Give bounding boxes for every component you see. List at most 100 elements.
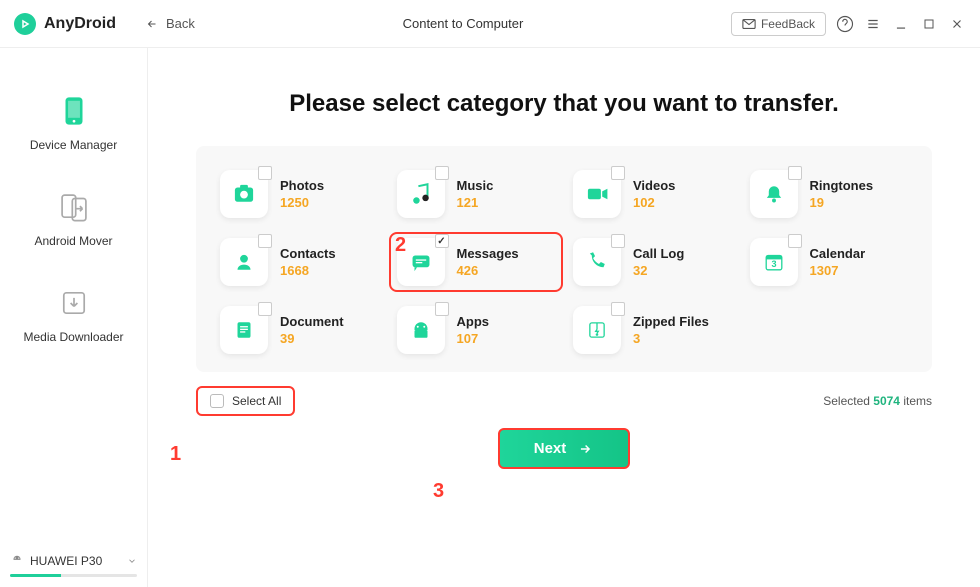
app-logo: AnyDroid <box>14 13 144 35</box>
device-storage-bar <box>10 574 137 577</box>
page-title: Content to Computer <box>195 16 731 31</box>
contacts-icon <box>220 238 268 286</box>
select-all-label: Select All <box>232 394 281 408</box>
category-messages[interactable]: Messages 426 <box>389 232 564 292</box>
back-button[interactable]: Back <box>144 16 195 31</box>
zipped-files-icon <box>573 306 621 354</box>
category-count: 1668 <box>280 263 336 278</box>
sidebar-item-label: Media Downloader <box>0 330 147 344</box>
category-label: Videos <box>633 178 675 193</box>
feedback-label: FeedBack <box>761 17 815 31</box>
category-count: 19 <box>810 195 874 210</box>
maximize-button[interactable] <box>920 15 938 33</box>
category-call-log[interactable]: Call Log 32 <box>573 238 732 286</box>
category-count: 102 <box>633 195 675 210</box>
messages-icon <box>397 238 445 286</box>
device-status[interactable]: HUAWEI P30 <box>10 554 137 577</box>
titlebar: AnyDroid Back Content to Computer FeedBa… <box>0 0 980 48</box>
main-heading: Please select category that you want to … <box>148 90 980 118</box>
apps-icon <box>397 306 445 354</box>
annotation-3: 3 <box>433 480 444 503</box>
next-button[interactable]: Next <box>498 428 631 469</box>
category-label: Zipped Files <box>633 314 709 329</box>
category-checkbox[interactable] <box>435 302 449 316</box>
category-zipped-files[interactable]: Zipped Files 3 <box>573 306 732 354</box>
category-checkbox[interactable] <box>788 234 802 248</box>
device-name: HUAWEI P30 <box>30 554 102 568</box>
arrow-right-icon <box>576 442 594 456</box>
android-mover-icon <box>55 188 93 226</box>
sidebar-item-label: Device Manager <box>0 138 147 152</box>
category-count: 32 <box>633 263 684 278</box>
category-music[interactable]: Music 121 <box>397 170 556 218</box>
android-icon <box>10 554 24 568</box>
select-all-button[interactable]: Select All <box>196 386 295 416</box>
category-calendar[interactable]: 3 Calendar 1307 <box>750 238 909 286</box>
help-button[interactable] <box>836 15 854 33</box>
category-apps[interactable]: Apps 107 <box>397 306 556 354</box>
category-videos[interactable]: Videos 102 <box>573 170 732 218</box>
selected-count: 5074 <box>873 394 900 408</box>
category-checkbox[interactable] <box>258 166 272 180</box>
category-label: Contacts <box>280 246 336 261</box>
category-count: 39 <box>280 331 344 346</box>
sidebar: Device Manager Android Mover Media Downl… <box>0 48 148 587</box>
category-checkbox[interactable] <box>258 302 272 316</box>
close-button[interactable] <box>948 15 966 33</box>
back-label: Back <box>166 16 195 31</box>
svg-text:3: 3 <box>771 259 776 269</box>
sidebar-item-media-downloader[interactable]: Media Downloader <box>0 270 147 366</box>
category-count: 107 <box>457 331 490 346</box>
category-label: Music <box>457 178 494 193</box>
app-name: AnyDroid <box>44 15 116 33</box>
category-checkbox[interactable] <box>435 234 449 248</box>
category-label: Calendar <box>810 246 866 261</box>
document-icon <box>220 306 268 354</box>
category-label: Messages <box>457 246 519 261</box>
category-checkbox[interactable] <box>611 302 625 316</box>
media-downloader-icon <box>55 284 93 322</box>
category-label: Call Log <box>633 246 684 261</box>
category-checkbox[interactable] <box>611 234 625 248</box>
category-label: Ringtones <box>810 178 874 193</box>
music-icon <box>397 170 445 218</box>
sidebar-item-label: Android Mover <box>0 234 147 248</box>
category-count: 426 <box>457 263 519 278</box>
category-panel: Photos 1250 Music 121 Videos 102 Ringtones 19 Co… <box>196 146 932 372</box>
category-label: Photos <box>280 178 324 193</box>
category-label: Apps <box>457 314 490 329</box>
category-checkbox[interactable] <box>611 166 625 180</box>
call-log-icon <box>573 238 621 286</box>
logo-mark-icon <box>14 13 36 35</box>
arrow-left-icon <box>144 18 160 30</box>
device-manager-icon <box>55 92 93 130</box>
category-label: Document <box>280 314 344 329</box>
sidebar-item-device-manager[interactable]: Device Manager <box>0 78 147 174</box>
category-document[interactable]: Document 39 <box>220 306 379 354</box>
ringtones-icon <box>750 170 798 218</box>
category-contacts[interactable]: Contacts 1668 <box>220 238 379 286</box>
videos-icon <box>573 170 621 218</box>
category-count: 1250 <box>280 195 324 210</box>
category-checkbox[interactable] <box>788 166 802 180</box>
category-count: 3 <box>633 331 709 346</box>
sidebar-item-android-mover[interactable]: Android Mover <box>0 174 147 270</box>
category-photos[interactable]: Photos 1250 <box>220 170 379 218</box>
minimize-button[interactable] <box>892 15 910 33</box>
category-ringtones[interactable]: Ringtones 19 <box>750 170 909 218</box>
category-count: 121 <box>457 195 494 210</box>
feedback-button[interactable]: FeedBack <box>731 12 826 36</box>
mail-icon <box>742 19 756 29</box>
category-checkbox[interactable] <box>258 234 272 248</box>
calendar-icon: 3 <box>750 238 798 286</box>
category-count: 1307 <box>810 263 866 278</box>
titlebar-right: FeedBack <box>731 12 966 36</box>
category-checkbox[interactable] <box>435 166 449 180</box>
next-label: Next <box>534 440 567 457</box>
select-all-checkbox[interactable] <box>210 394 224 408</box>
chevron-down-icon <box>127 556 137 566</box>
main-content: Please select category that you want to … <box>148 48 980 587</box>
selected-info: Selected 5074 items <box>823 394 932 408</box>
menu-button[interactable] <box>864 15 882 33</box>
photos-icon <box>220 170 268 218</box>
